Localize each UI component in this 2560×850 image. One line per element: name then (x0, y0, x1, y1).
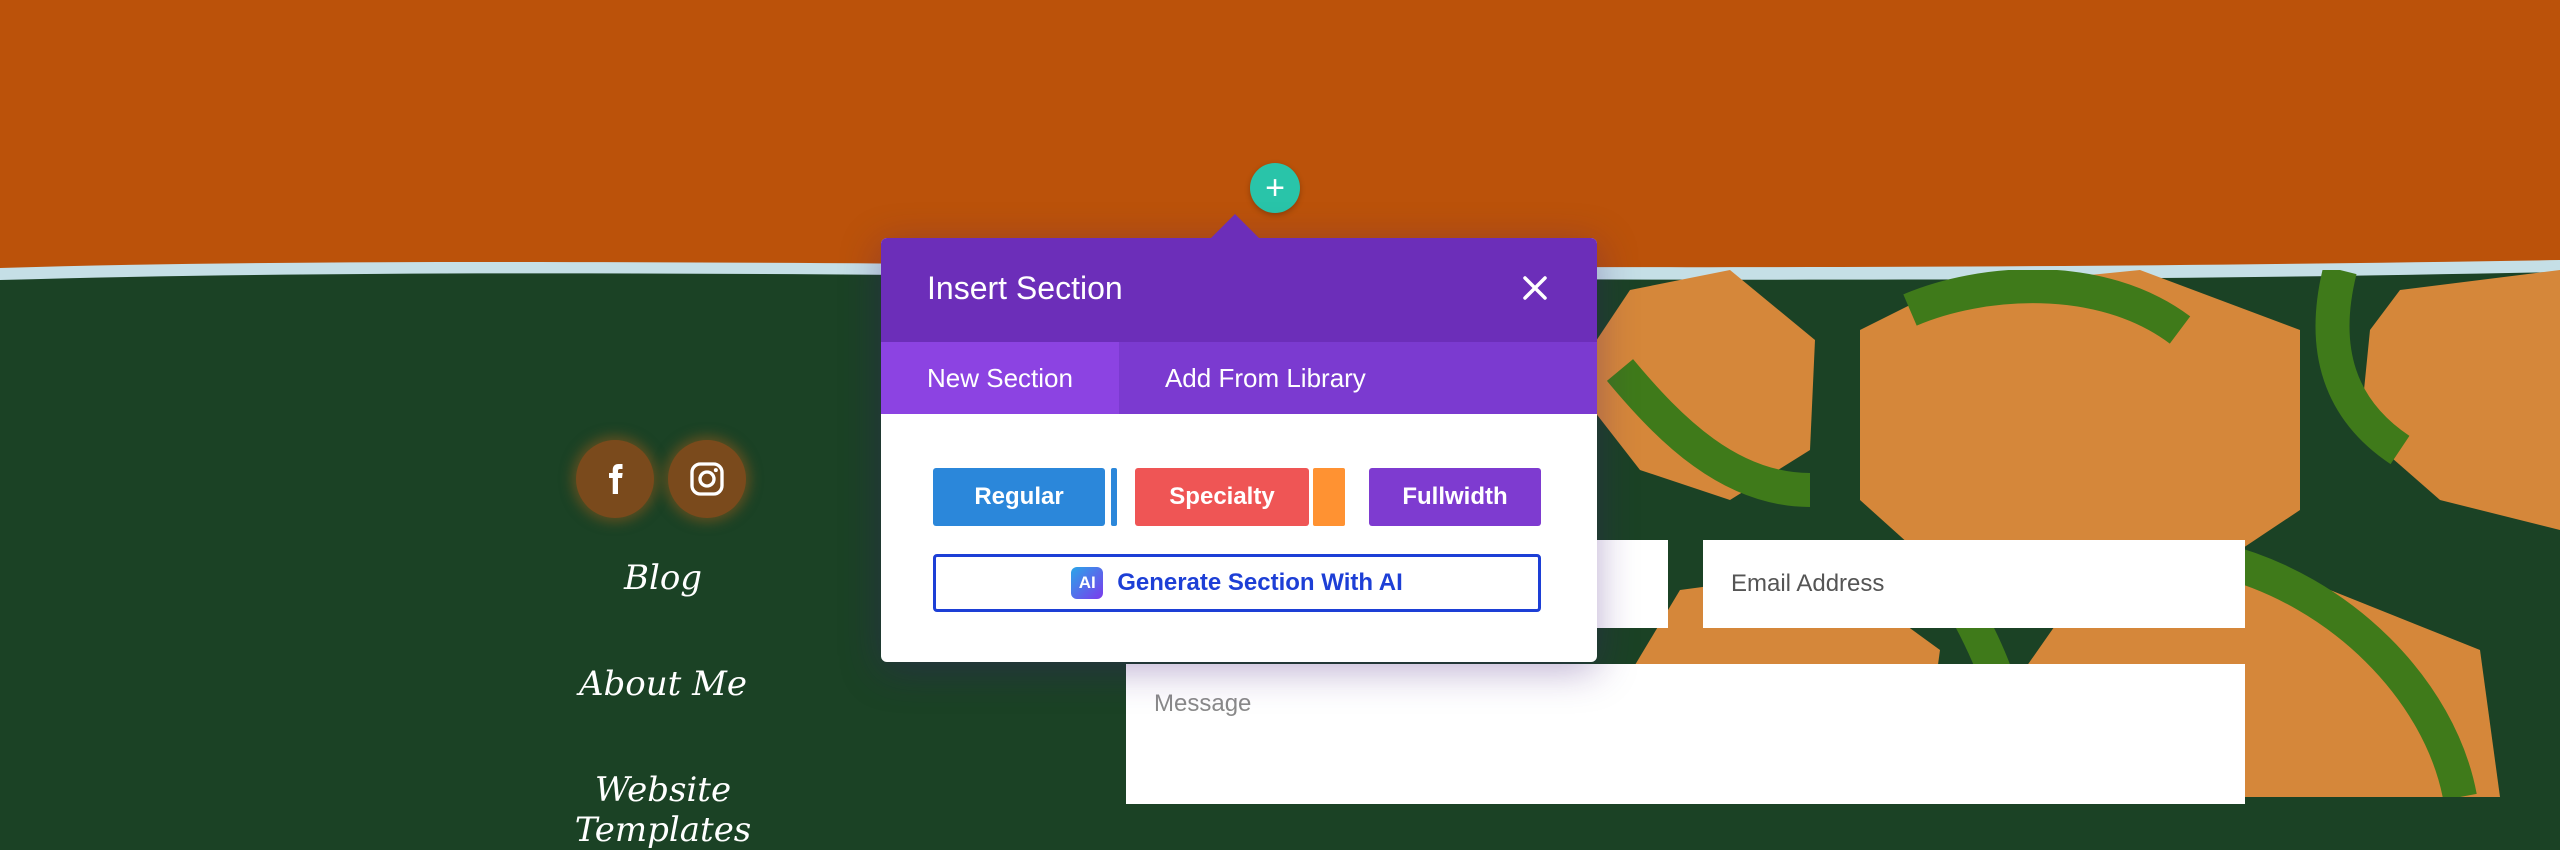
fullwidth-section-button[interactable]: Fullwidth (1369, 468, 1541, 526)
modal-header: Insert Section (881, 238, 1597, 342)
regular-section-button[interactable]: Regular (933, 468, 1105, 526)
close-button[interactable] (1517, 270, 1553, 306)
modal-title: Insert Section (927, 270, 1123, 306)
instagram-icon (690, 462, 724, 496)
specialty-section-button[interactable]: Specialty (1135, 468, 1309, 526)
close-icon (1523, 276, 1547, 300)
specialty-accent (1313, 468, 1345, 526)
facebook-button[interactable] (576, 440, 654, 518)
instagram-button[interactable] (668, 440, 746, 518)
generate-ai-section-button[interactable]: AI Generate Section With AI (933, 554, 1541, 612)
footer-social-icons (576, 440, 746, 518)
footer-link-about-me[interactable]: About Me (513, 664, 813, 704)
tab-add-from-library[interactable]: Add From Library (1119, 342, 1412, 414)
facebook-icon (609, 464, 623, 494)
email-field[interactable]: Email Address (1703, 540, 2245, 628)
message-field[interactable]: Message (1126, 664, 2245, 804)
ai-icon: AI (1071, 567, 1104, 599)
add-section-button[interactable]: + (1250, 163, 1300, 213)
regular-accent (1111, 468, 1117, 526)
ai-button-label: Generate Section With AI (1117, 569, 1403, 596)
modal-pointer-arrow (1211, 214, 1259, 238)
tab-new-section[interactable]: New Section (881, 342, 1119, 414)
footer-link-website-templates[interactable]: Website Templates (513, 770, 813, 850)
footer-link-blog[interactable]: Blog (513, 558, 813, 598)
top-section-background (0, 0, 2560, 270)
modal-tabs: New Section Add From Library (881, 342, 1597, 414)
modal-body: Regular Specialty Fullwidth AI Generate … (881, 414, 1597, 662)
insert-section-modal: Insert Section New Section Add From Libr… (881, 214, 1597, 662)
